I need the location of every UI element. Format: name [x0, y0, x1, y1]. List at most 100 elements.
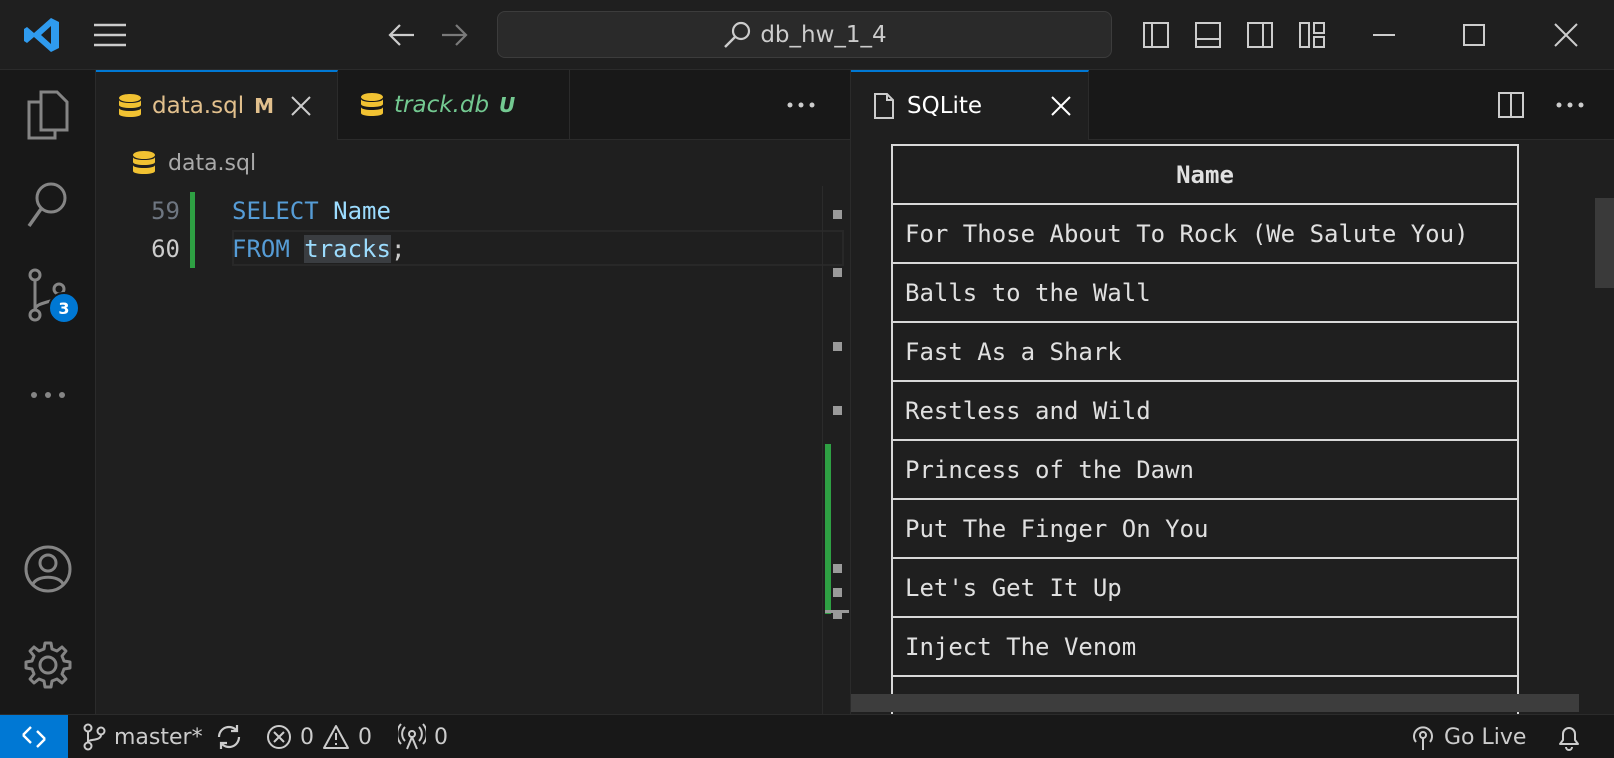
table-row: Inject The Venom — [891, 616, 1519, 677]
code-line: 60 FROM tracks; — [96, 230, 850, 268]
punctuation: ; — [390, 235, 406, 263]
tab-label: track.db — [394, 92, 490, 118]
breadcrumb[interactable]: data.sql — [96, 140, 850, 186]
database-icon — [133, 151, 155, 174]
source-control-icon[interactable]: 3 — [0, 250, 96, 340]
database-icon — [119, 94, 141, 117]
ruler-mark — [833, 342, 842, 351]
table-row: Princess of the Dawn — [891, 439, 1519, 500]
table-row: Restless and Wild — [891, 380, 1519, 441]
more-actions-icon[interactable] — [776, 70, 826, 140]
remote-indicator[interactable] — [0, 715, 68, 758]
git-branch-icon — [83, 723, 106, 751]
activity-bar: 3 — [0, 70, 96, 714]
ports-count: 0 — [434, 724, 448, 750]
file-icon — [874, 93, 894, 119]
horizontal-scrollbar[interactable] — [851, 694, 1579, 712]
ruler-mark — [833, 210, 842, 219]
table-row: Fast As a Shark — [891, 321, 1519, 382]
broadcast-icon — [1413, 726, 1433, 750]
tab-track-db[interactable]: track.db U — [338, 70, 570, 140]
git-change-ruler — [825, 444, 831, 614]
table-cell: Restless and Wild — [891, 380, 1519, 441]
line-number: 59 — [151, 197, 180, 225]
more-actions-icon[interactable] — [1545, 70, 1595, 140]
warning-icon — [323, 725, 349, 749]
close-window-icon[interactable] — [1540, 0, 1592, 70]
warning-count: 0 — [358, 724, 372, 750]
settings-gear-icon[interactable] — [0, 620, 96, 710]
explorer-icon[interactable] — [0, 70, 96, 160]
breadcrumb-file[interactable]: data.sql — [168, 151, 256, 176]
ruler-mark — [833, 588, 842, 597]
maximize-icon[interactable] — [1450, 0, 1498, 70]
problems-indicator[interactable]: 0 0 — [266, 715, 372, 758]
ports-indicator[interactable]: 0 — [398, 715, 448, 758]
cursor-ruler — [825, 610, 849, 613]
menu-icon[interactable] — [82, 0, 138, 70]
overview-ruler[interactable] — [822, 186, 850, 714]
toggle-primary-sidebar-icon[interactable] — [1136, 0, 1176, 70]
git-added-marker — [190, 192, 195, 230]
table-cell: Inject The Venom — [891, 616, 1519, 677]
toggle-panel-icon[interactable] — [1188, 0, 1228, 70]
editor-tabs-left: data.sql M track.db U — [96, 70, 850, 140]
identifier: tracks — [304, 235, 391, 263]
search-text: db_hw_1_4 — [760, 21, 887, 48]
branch-indicator[interactable]: master* — [82, 715, 243, 758]
go-live-button[interactable]: Go Live — [1410, 715, 1526, 758]
radio-tower-icon — [398, 723, 426, 750]
customize-layout-icon[interactable] — [1292, 0, 1332, 70]
status-bar: master* 0 0 0 Go Live — [0, 714, 1614, 758]
table-row: Let's Get It Up — [891, 557, 1519, 618]
identifier: Name — [333, 197, 391, 225]
database-icon — [361, 93, 383, 116]
tab-data-sql[interactable]: data.sql M — [96, 70, 338, 140]
title-bar: db_hw_1_4 — [0, 0, 1614, 70]
column-header: Name — [891, 144, 1519, 205]
tab-label: data.sql — [152, 93, 245, 119]
ruler-mark — [833, 564, 842, 573]
vscode-logo-icon — [14, 0, 70, 70]
table-cell: Balls to the Wall — [891, 262, 1519, 323]
close-tab-icon[interactable] — [290, 95, 312, 117]
ruler-mark — [833, 268, 842, 277]
accounts-icon[interactable] — [0, 524, 96, 614]
table-row: Put The Finger On You — [891, 498, 1519, 559]
back-arrow-icon[interactable] — [380, 0, 424, 70]
tab-sqlite[interactable]: SQLite — [851, 70, 1089, 140]
code-line: 59 SELECT Name — [96, 192, 850, 230]
line-number: 60 — [151, 235, 180, 263]
table-cell: Princess of the Dawn — [891, 439, 1519, 500]
vertical-scrollbar[interactable] — [1595, 198, 1614, 288]
search-icon — [724, 21, 751, 48]
ruler-mark — [833, 406, 842, 415]
keyword: SELECT — [232, 197, 319, 225]
toggle-secondary-sidebar-icon[interactable] — [1240, 0, 1280, 70]
table-cell: Put The Finger On You — [891, 498, 1519, 559]
source-control-badge: 3 — [48, 292, 80, 324]
sqlite-result-panel[interactable]: Name For Those About To Rock (We Salute … — [850, 140, 1614, 714]
forward-arrow-icon[interactable] — [432, 0, 476, 70]
split-editor-icon[interactable] — [1491, 70, 1531, 140]
more-views-icon[interactable] — [0, 350, 96, 440]
editor-tabs-right: SQLite — [850, 70, 1614, 140]
close-tab-icon[interactable] — [1050, 95, 1072, 117]
command-center-search[interactable]: db_hw_1_4 — [497, 11, 1112, 58]
branch-name: master* — [114, 724, 203, 750]
code-editor[interactable]: 59 SELECT Name 60 FROM tracks; — [96, 186, 850, 714]
search-icon[interactable] — [0, 160, 96, 250]
sync-icon[interactable] — [215, 723, 243, 751]
table-row: Balls to the Wall — [891, 262, 1519, 323]
minimize-icon[interactable] — [1360, 0, 1408, 70]
notifications-bell-icon[interactable] — [1556, 715, 1582, 758]
table-cell: For Those About To Rock (We Salute You) — [891, 203, 1519, 264]
tab-status-modified: M — [254, 94, 274, 118]
tab-label: SQLite — [907, 93, 983, 119]
go-live-label: Go Live — [1444, 724, 1527, 750]
keyword: FROM — [232, 235, 290, 263]
git-added-marker — [190, 230, 195, 268]
table-cell: Fast As a Shark — [891, 321, 1519, 382]
result-table: Name For Those About To Rock (We Salute … — [891, 144, 1519, 714]
table-row: For Those About To Rock (We Salute You) — [891, 203, 1519, 264]
